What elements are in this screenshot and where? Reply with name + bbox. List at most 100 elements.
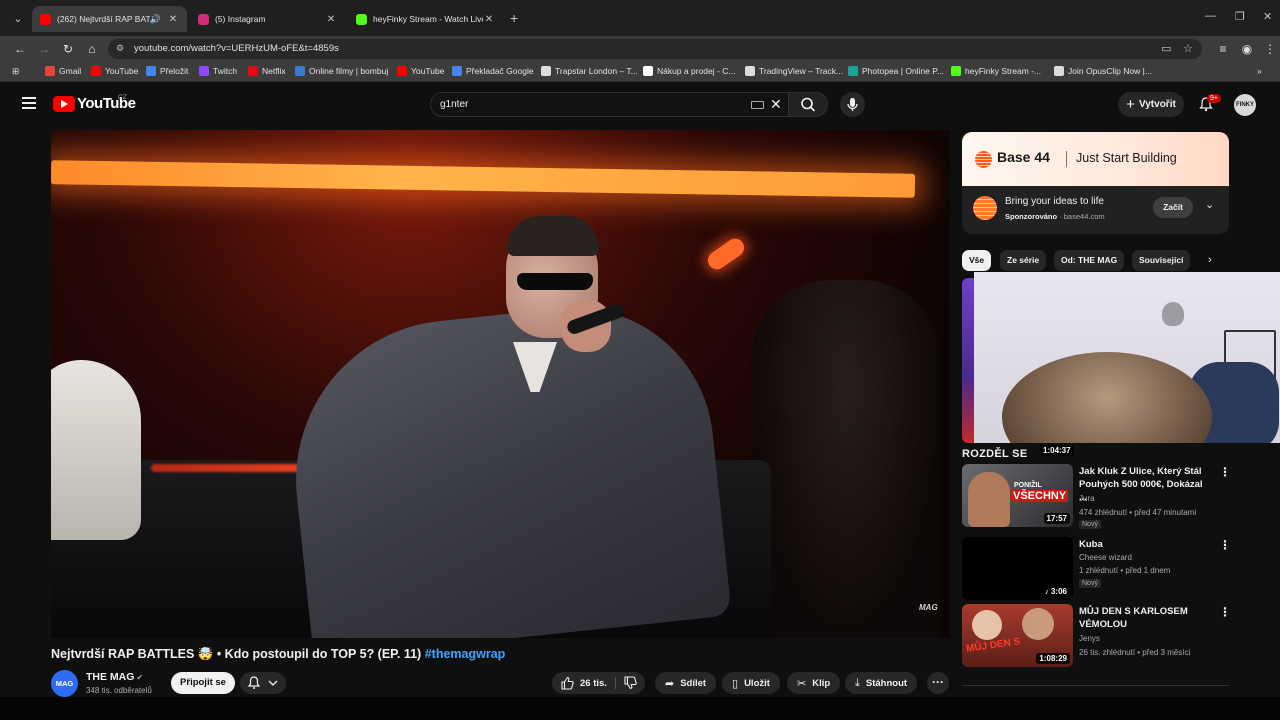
more-vert-icon[interactable]: ⋮ bbox=[1219, 465, 1231, 479]
new-tab-icon[interactable]: + bbox=[510, 10, 518, 26]
partial-thumbnail[interactable] bbox=[962, 278, 974, 443]
reload-icon[interactable]: ↻ bbox=[60, 41, 76, 57]
video-player[interactable]: MAG bbox=[51, 130, 950, 638]
chip-series[interactable]: Ze série bbox=[1000, 250, 1047, 271]
rec-thumbnail[interactable]: MŮJ DEN S 1:08:29 bbox=[962, 604, 1073, 667]
home-icon[interactable]: ⌂ bbox=[84, 41, 100, 57]
channel-name[interactable]: THE MAG ✔ bbox=[86, 671, 143, 683]
clip-button[interactable]: ✂ Klip bbox=[787, 672, 841, 694]
rec-channel[interactable]: Jura bbox=[1079, 494, 1095, 503]
rec-title[interactable]: MŮJ DEN S KARLOSEM VÉMOLOU bbox=[1079, 605, 1211, 631]
rec-channel[interactable]: Cheese wizard bbox=[1079, 553, 1132, 562]
address-bar[interactable]: ⚙ youtube.com/watch?v=UERHzUM-oFE&t=4859… bbox=[108, 39, 1202, 59]
gmail-icon bbox=[45, 66, 55, 76]
chip-all[interactable]: Vše bbox=[962, 250, 992, 271]
ad-cta-button[interactable]: Začít bbox=[1153, 197, 1193, 218]
close-window-icon[interactable]: ✕ bbox=[1263, 10, 1272, 23]
bookmark-bombuj[interactable]: Online filmy | bombuj bbox=[295, 66, 388, 76]
browser-menu-icon[interactable]: ⋮ bbox=[1262, 41, 1278, 57]
youtube-icon bbox=[91, 66, 101, 76]
thumbs-down-icon[interactable] bbox=[623, 676, 637, 690]
rec-thumbnail[interactable]: ♪ 3:06 bbox=[962, 537, 1073, 600]
bookmark-netflix[interactable]: Netflix bbox=[248, 66, 286, 76]
bookmark-gmail[interactable]: Gmail bbox=[45, 66, 81, 76]
chevron-right-icon[interactable]: › bbox=[1208, 254, 1212, 266]
more-vert-icon[interactable]: ⋮ bbox=[1219, 605, 1231, 619]
apps-grid-icon[interactable]: ⊞ bbox=[12, 66, 19, 77]
share-button[interactable]: ➦ Sdílet bbox=[655, 672, 717, 694]
bookmark-label: Twitch bbox=[213, 66, 238, 76]
ad-banner[interactable]: Base 44 Just Start Building bbox=[962, 132, 1229, 186]
download-button[interactable]: ⤓ Stáhnout bbox=[845, 672, 918, 694]
search-button[interactable] bbox=[788, 92, 828, 117]
channel-name-text[interactable]: THE MAG bbox=[86, 671, 134, 683]
create-button[interactable]: + Vytvořit bbox=[1118, 92, 1184, 117]
bookmark-prelozit[interactable]: Přeložit bbox=[146, 66, 188, 76]
bookmark-opusclip[interactable]: Join OpusClip Now |... bbox=[1054, 66, 1152, 76]
hashtag-link[interactable]: #themagwrap bbox=[425, 647, 506, 661]
subscriber-count: 348 tis. odběratelů bbox=[86, 686, 152, 695]
browser-tab-heyfinky[interactable]: heyFinky Stream - Watch Live o ✕ bbox=[348, 8, 503, 30]
video-duration: 1:08:29 bbox=[1036, 653, 1070, 664]
bookmark-youtube[interactable]: YouTube bbox=[91, 66, 138, 76]
join-button[interactable]: Připojit se bbox=[171, 672, 235, 694]
like-button[interactable]: 26 tis. bbox=[552, 672, 607, 694]
chevron-down-icon[interactable]: ⌄ bbox=[1205, 198, 1214, 211]
close-tab-icon[interactable]: ✕ bbox=[167, 14, 179, 25]
url-text[interactable]: youtube.com/watch?v=UERHzUM-oFE&t=4859s bbox=[134, 43, 339, 54]
clear-search-icon[interactable]: ✕ bbox=[770, 96, 782, 113]
back-icon[interactable]: ← bbox=[12, 41, 28, 57]
ad-headline[interactable]: Bring your ideas to life bbox=[1005, 196, 1104, 207]
more-bookmarks-icon[interactable]: » bbox=[1257, 66, 1262, 76]
minimize-icon[interactable]: — bbox=[1205, 10, 1216, 22]
restore-icon[interactable]: ❐ bbox=[1235, 10, 1245, 23]
youtube-logo-icon[interactable] bbox=[53, 96, 75, 112]
youtube-header: YouTube CZ g1nter ✕ + Vytvořit 9+ FINKY bbox=[0, 82, 1280, 128]
search-box[interactable]: g1nter ✕ bbox=[430, 92, 788, 117]
close-tab-icon[interactable]: ✕ bbox=[483, 14, 495, 25]
extension-icon[interactable]: ◉ bbox=[1239, 41, 1255, 57]
media-controls-icon[interactable]: ≡ bbox=[1215, 41, 1231, 57]
subscription-bell-button[interactable] bbox=[240, 672, 286, 694]
instagram-favicon-icon bbox=[198, 13, 209, 25]
bookmark-label: Nákup a prodej - C... bbox=[657, 66, 736, 76]
search-input[interactable]: g1nter bbox=[440, 99, 468, 110]
browser-tab-youtube[interactable]: (262) Nejtvrdší RAP BATTLES 🔊 ✕ bbox=[32, 6, 187, 32]
more-vert-icon[interactable]: ⋮ bbox=[1219, 538, 1231, 552]
channel-avatar[interactable]: MAG bbox=[51, 670, 78, 697]
channel-watermark[interactable]: MAG bbox=[919, 603, 938, 612]
cast-icon[interactable]: ▭ bbox=[1161, 42, 1171, 55]
bookmark-google-translate[interactable]: Překladač Google bbox=[452, 66, 534, 76]
browser-tab-instagram[interactable]: (5) Instagram ✕ bbox=[190, 8, 345, 30]
bookmark-heyfinky[interactable]: heyFinky Stream -... bbox=[951, 66, 1041, 76]
rec-title[interactable]: Kuba bbox=[1079, 538, 1211, 551]
close-tab-icon[interactable]: ✕ bbox=[325, 14, 337, 25]
site-info-icon[interactable]: ⚙ bbox=[116, 43, 128, 55]
bookmark-twitch[interactable]: Twitch bbox=[199, 66, 237, 76]
bookmark-youtube-2[interactable]: YouTube bbox=[397, 66, 444, 76]
speaker-icon[interactable]: 🔊 bbox=[150, 14, 161, 25]
tab-search-icon[interactable]: ⌄ bbox=[8, 9, 28, 29]
bookmark-tradingview[interactable]: TradingView – Track... bbox=[745, 66, 843, 76]
bookmark-trapstar[interactable]: Trapstar London – T... bbox=[541, 66, 638, 76]
rec-meta: 474 zhlédnutí • před 47 minutami bbox=[1079, 508, 1197, 517]
tradingview-icon bbox=[745, 66, 755, 76]
menu-icon[interactable] bbox=[22, 97, 36, 109]
account-avatar[interactable]: FINKY bbox=[1234, 94, 1256, 116]
rec-channel[interactable]: Jenys bbox=[1079, 634, 1100, 643]
advertiser-avatar[interactable] bbox=[973, 196, 997, 220]
rec-title[interactable]: Jak Kluk Z Ulice, Který Stál Pouhých 500… bbox=[1079, 465, 1211, 504]
more-actions-icon[interactable]: ··· bbox=[927, 672, 949, 694]
voice-search-button[interactable] bbox=[840, 92, 865, 117]
chip-related[interactable]: Související bbox=[1132, 250, 1191, 271]
keyboard-icon[interactable] bbox=[751, 101, 764, 109]
bookmark-nakup[interactable]: Nákup a prodej - C... bbox=[643, 66, 735, 76]
thumbnail-person bbox=[1022, 608, 1054, 640]
sponsored-ad-card[interactable]: Base 44 Just Start Building Bring your i… bbox=[962, 132, 1229, 234]
bookmark-photopea[interactable]: Photopea | Online P... bbox=[848, 66, 944, 76]
rec-thumbnail[interactable]: PONIŽIL VŠECHNY 17:57 bbox=[962, 464, 1073, 527]
bookmark-star-icon[interactable]: ☆ bbox=[1183, 42, 1193, 55]
save-button[interactable]: ▯ Uložit bbox=[722, 672, 780, 694]
chip-from-channel[interactable]: Od: THE MAG bbox=[1054, 250, 1125, 271]
forward-icon[interactable]: → bbox=[36, 41, 52, 57]
